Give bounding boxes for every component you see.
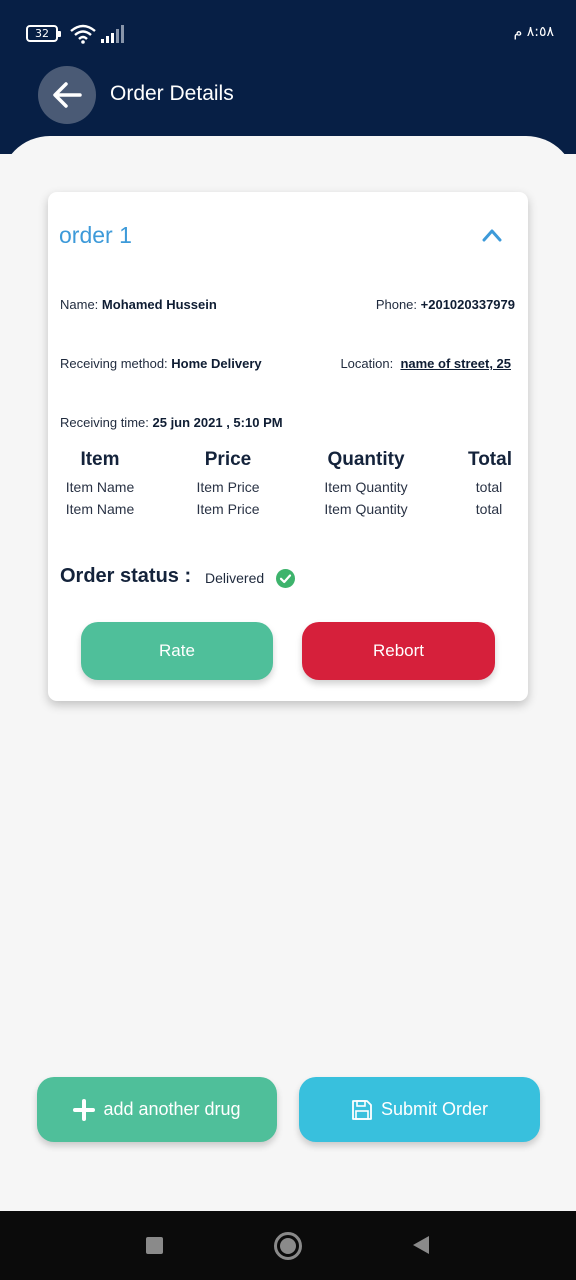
customer-phone: Phone: +201020337979: [376, 297, 515, 312]
column-header-price: Price: [204, 449, 252, 470]
save-icon: [352, 1099, 372, 1120]
battery-indicator: 32: [26, 25, 61, 42]
rate-button[interactable]: Rate: [81, 622, 273, 680]
back-button[interactable]: [38, 66, 96, 124]
table-cell: total: [475, 479, 503, 495]
order-card: order 1 Name: Mohamed Hussein Phone: +20…: [48, 192, 528, 701]
table-cell: Item Name: [65, 479, 135, 495]
method-value: Home Delivery: [171, 356, 262, 371]
check-circle-icon: [276, 569, 295, 588]
table-cell: total: [475, 501, 503, 517]
submit-order-label: Submit Order: [380, 1099, 489, 1119]
location-label: Location:: [340, 356, 394, 371]
chevron-up-icon[interactable]: [482, 228, 502, 242]
receiving-time: Receiving time: 25 jun 2021 , 5:10 PM: [60, 415, 283, 430]
customer-name: Name: Mohamed Hussein: [60, 297, 217, 312]
system-nav-bar: [0, 1211, 576, 1280]
table-cell: Item Price: [196, 479, 260, 495]
arrow-left-icon: [53, 82, 82, 108]
column-header-total: Total: [468, 449, 512, 470]
phone-value: +201020337979: [420, 297, 515, 312]
page-title: Order Details: [110, 82, 234, 105]
home-button[interactable]: [274, 1232, 302, 1260]
table-cell: Item Quantity: [324, 501, 408, 517]
method-label: Receiving method:: [60, 356, 168, 371]
name-label: Name:: [60, 297, 99, 312]
delivery-location: Location: name of street, 25: [340, 356, 511, 371]
wifi-icon: [70, 24, 96, 44]
recent-apps-button[interactable]: [146, 1237, 163, 1254]
time-value: 25 jun 2021 , 5:10 PM: [152, 415, 283, 430]
table-cell: Item Name: [65, 501, 135, 517]
phone-label: Phone:: [375, 297, 418, 312]
add-drug-label: add another drug: [103, 1099, 241, 1119]
column-header-quantity: Quantity: [327, 449, 405, 470]
signal-icon: [101, 25, 124, 43]
table-cell: Item Quantity: [324, 479, 408, 495]
order-title: order 1: [59, 222, 132, 248]
time-label: Receiving time:: [60, 415, 149, 430]
table-cell: Item Price: [196, 501, 260, 517]
column-header-item: Item: [80, 449, 120, 470]
report-button[interactable]: Rebort: [302, 622, 495, 680]
receiving-method: Receiving method: Home Delivery: [60, 356, 262, 371]
plus-icon: [73, 1098, 96, 1121]
nav-back-icon[interactable]: [412, 1235, 430, 1255]
order-status-value: Delivered: [205, 570, 265, 586]
status-time: ٨:٥٨ م: [513, 24, 554, 40]
location-link[interactable]: name of street, 25: [400, 356, 511, 371]
add-drug-button[interactable]: add another drug: [37, 1077, 277, 1142]
submit-order-button[interactable]: Submit Order: [299, 1077, 540, 1142]
order-status-label: Order status :: [60, 565, 192, 587]
name-value: Mohamed Hussein: [101, 297, 217, 312]
status-bar: 32 ٨:٥٨ م: [0, 0, 576, 64]
